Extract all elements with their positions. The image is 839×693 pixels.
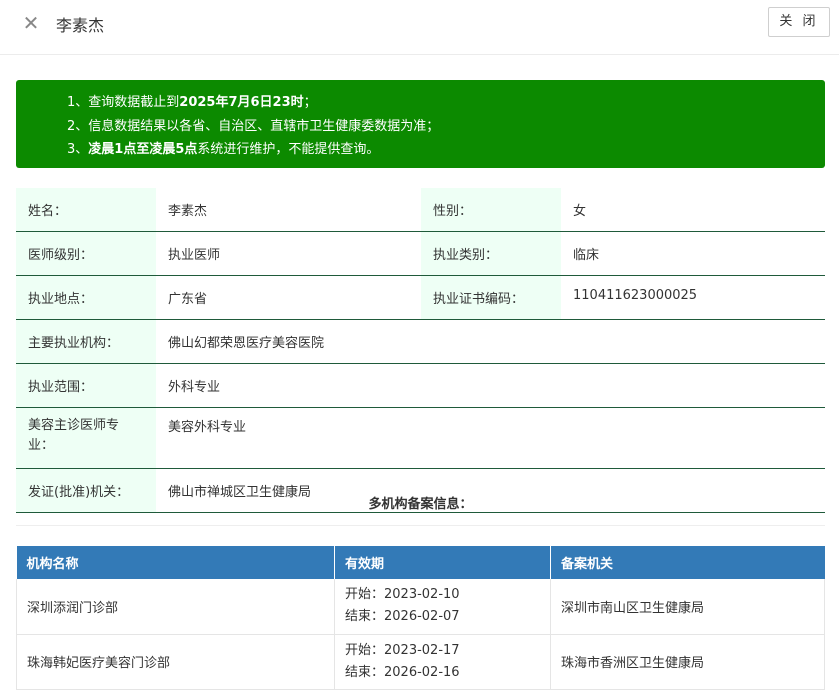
table-row: 深圳添润门诊部 开始：2023-02-10 结束：2026-02-07 深圳市南… bbox=[16, 579, 825, 635]
level-value: 执业医师 bbox=[156, 231, 421, 276]
multi-institution-table: 机构名称 有效期 备案机关 深圳添润门诊部 开始：2023-02-10 结束：2… bbox=[16, 546, 825, 690]
validity-end: 结束：2026-02-07 bbox=[345, 609, 460, 625]
row-validity: 开始：2023-02-17 结束：2026-02-16 bbox=[334, 634, 551, 690]
level-label: 医师级别： bbox=[16, 231, 156, 276]
location-label: 执业地点： bbox=[16, 275, 156, 320]
category-label: 执业类别： bbox=[421, 231, 561, 276]
header-authority: 备案机关 bbox=[550, 546, 825, 579]
dialog-header: ✕ 李素杰 关 闭 bbox=[0, 0, 839, 55]
row-authority: 深圳市南山区卫生健康局 bbox=[550, 579, 825, 635]
institution-value: 佛山幻都荣恩医疗美容医院 bbox=[156, 319, 825, 364]
cosmetic-label: 美容主诊医师专业： bbox=[16, 407, 156, 469]
name-label: 姓名： bbox=[16, 188, 156, 232]
notice-line-3: 3、凌晨1点至凌晨5点系统进行维护，不能提供查询。 bbox=[67, 142, 380, 157]
row-authority: 珠海市香洲区卫生健康局 bbox=[550, 634, 825, 690]
row-validity: 开始：2023-02-10 结束：2026-02-07 bbox=[334, 579, 551, 635]
header-institution-name: 机构名称 bbox=[16, 546, 335, 579]
table-row: 珠海韩妃医疗美容门诊部 开始：2023-02-17 结束：2026-02-16 … bbox=[16, 634, 825, 690]
validity-end: 结束：2026-02-16 bbox=[345, 664, 460, 680]
header-validity: 有效期 bbox=[334, 546, 551, 579]
category-value: 临床 bbox=[561, 231, 825, 276]
close-icon[interactable]: ✕ bbox=[20, 12, 42, 34]
scope-value: 外科专业 bbox=[156, 363, 825, 408]
doctor-info-table: 姓名： 李素杰 性别： 女 医师级别： 执业医师 执业类别： 临床 执业地点： … bbox=[16, 188, 825, 513]
row-institution-name: 珠海韩妃医疗美容门诊部 bbox=[16, 634, 335, 690]
notice-line-1: 1、查询数据截止到2025年7月6日23时； bbox=[67, 95, 317, 110]
validity-start: 开始：2023-02-17 bbox=[345, 642, 460, 658]
divider bbox=[16, 525, 825, 526]
dialog-title: 李素杰 bbox=[56, 16, 105, 35]
multi-institution-title: 多机构备案信息： bbox=[368, 497, 473, 512]
cert-value: 110411623000025 bbox=[561, 275, 825, 320]
location-value: 广东省 bbox=[156, 275, 421, 320]
scope-label: 执业范围： bbox=[16, 363, 156, 408]
close-button[interactable]: 关 闭 bbox=[768, 7, 830, 37]
notice-line-2: 2、信息数据结果以各省、自治区、直辖市卫生健康委数据为准； bbox=[67, 118, 440, 134]
row-institution-name: 深圳添润门诊部 bbox=[16, 579, 335, 635]
name-value: 李素杰 bbox=[156, 188, 421, 232]
gender-label: 性别： bbox=[421, 188, 561, 232]
notice-banner: 1、查询数据截止到2025年7月6日23时； 2、信息数据结果以各省、自治区、直… bbox=[16, 80, 825, 168]
cert-label: 执业证书编码： bbox=[421, 275, 561, 320]
validity-start: 开始：2023-02-10 bbox=[345, 587, 460, 603]
institution-label: 主要执业机构： bbox=[16, 319, 156, 364]
cosmetic-value: 美容外科专业 bbox=[156, 407, 825, 469]
gender-value: 女 bbox=[561, 188, 825, 232]
